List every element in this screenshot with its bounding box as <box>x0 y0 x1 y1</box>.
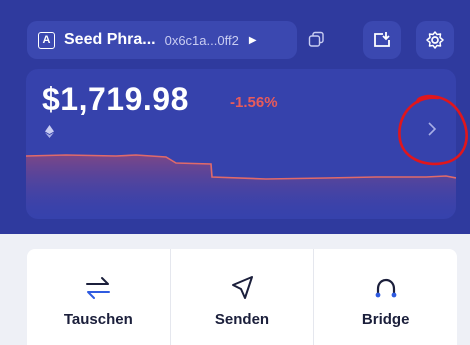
chart-area <box>26 155 456 219</box>
settings-button[interactable] <box>416 21 454 59</box>
swap-button[interactable]: Tauschen <box>27 249 171 345</box>
send-arrow-icon <box>232 276 253 299</box>
bridge-label: Bridge <box>361 311 410 328</box>
bridge-button[interactable]: Bridge <box>314 249 457 345</box>
caret-right-icon: ▶ <box>248 34 257 46</box>
send-button[interactable]: Senden <box>171 249 315 345</box>
account-address: 0x6c1a...0ff2 <box>164 32 239 48</box>
wallet-header: A Seed Phra... 0x6c1a...0ff2 ▶ $1,719.98… <box>0 0 470 234</box>
balance-card[interactable]: $1,719.98 -1.56% <box>26 69 456 219</box>
receive-icon <box>374 32 390 47</box>
action-bar: Tauschen Senden Bridge <box>27 249 457 345</box>
swap-arrows-icon <box>86 277 111 299</box>
copy-icon[interactable] <box>308 31 325 48</box>
gear-icon <box>426 31 444 49</box>
receive-button[interactable] <box>363 21 401 59</box>
bridge-icon <box>375 278 397 298</box>
balance-amount: $1,719.98 <box>42 81 189 117</box>
account-selector[interactable]: A Seed Phra... 0x6c1a...0ff2 ▶ <box>27 21 297 59</box>
chevron-right-icon[interactable] <box>426 121 438 137</box>
balance-change: -1.56% <box>230 94 278 111</box>
account-badge: A <box>38 31 55 49</box>
ethereum-icon <box>45 125 54 138</box>
swap-label: Tauschen <box>63 311 133 328</box>
send-label: Senden <box>214 311 270 328</box>
account-name: Seed Phra... <box>64 31 156 48</box>
